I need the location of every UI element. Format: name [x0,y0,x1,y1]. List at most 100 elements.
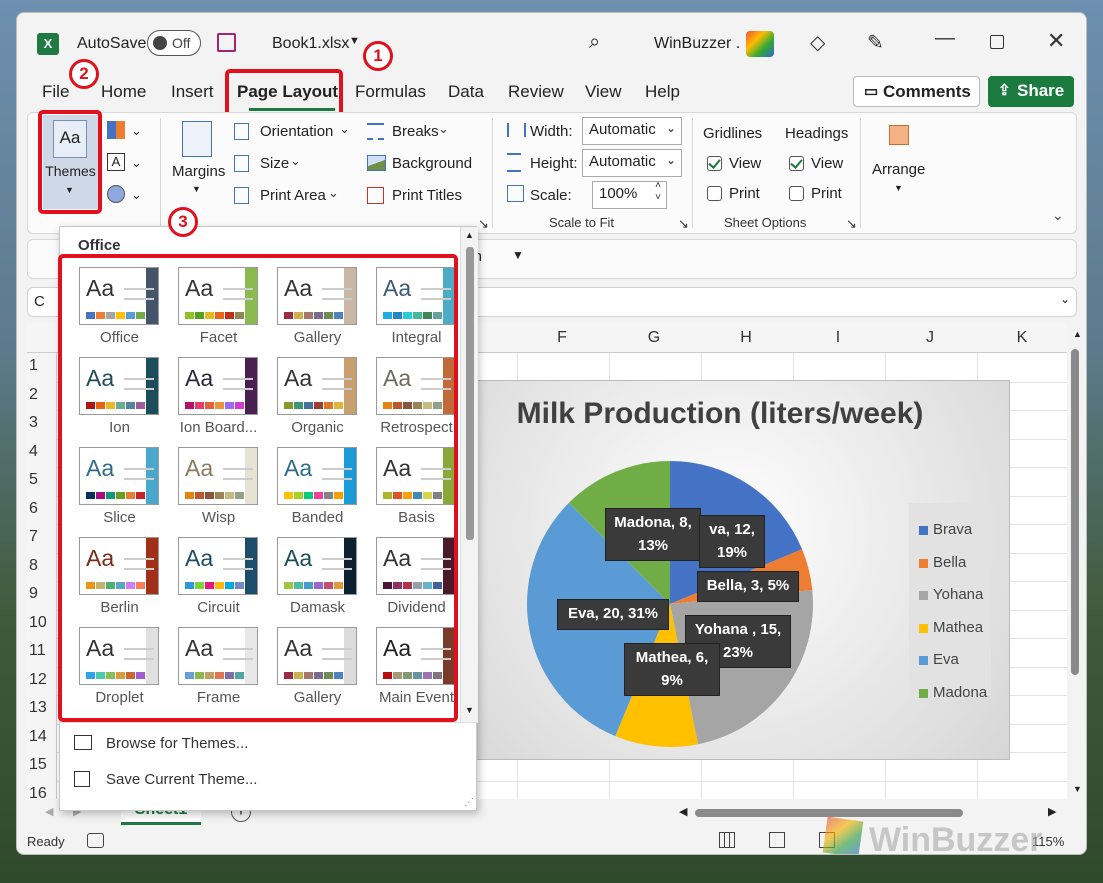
collapse-ribbon-icon[interactable]: ⌄ [1052,207,1064,224]
fonts-icon[interactable]: A [107,153,125,171]
hscroll-right-icon[interactable]: ▶ [1048,805,1056,818]
tab-formulas[interactable]: Formulas [355,82,426,102]
row-header[interactable]: 15 [29,756,47,774]
background-label[interactable]: Background [392,155,472,172]
orientation-label[interactable]: Orientation [260,123,333,140]
breaks-chevron-icon[interactable]: ⌄ [438,121,449,137]
row-header[interactable]: 8 [29,557,38,575]
filename-chevron-icon[interactable]: ▼ [349,35,360,47]
print-area-chevron-icon[interactable]: ⌄ [328,185,339,201]
comments-button[interactable]: ▭ Comments [853,76,980,107]
margins-chevron-icon[interactable]: ▼ [192,184,201,194]
print-area-label[interactable]: Print Area [260,187,326,204]
save-icon[interactable] [217,33,236,52]
size-chevron-icon[interactable]: ⌄ [290,153,301,169]
tab-review[interactable]: Review [508,82,564,102]
row-header[interactable]: 9 [29,585,38,603]
print-area-icon[interactable] [234,187,249,204]
arrange-label[interactable]: Arrange [872,161,925,178]
row-header[interactable]: 13 [29,699,47,717]
save-theme-item[interactable]: Save Current Theme... [74,769,454,793]
row-header[interactable]: 4 [29,443,38,461]
browse-themes-item[interactable]: Browse for Themes... [74,733,454,757]
arrange-icon[interactable] [889,125,909,145]
col-header-f[interactable]: F [552,329,572,347]
row-header[interactable]: 5 [29,471,38,489]
col-header-i[interactable]: I [828,329,848,347]
col-header-g[interactable]: G [644,329,664,347]
row-header[interactable]: 10 [29,614,47,632]
arrange-chevron-icon[interactable]: ▼ [894,183,903,193]
scroll-thumb[interactable] [1071,349,1079,675]
sheet-prev-icon[interactable]: ◀ [45,805,53,818]
file-name[interactable]: Book1.xlsx [272,35,349,53]
scale-up-icon[interactable]: ˄ [655,180,661,191]
themes-button[interactable]: Aa Themes ▼ [43,115,98,209]
minimize-icon[interactable]: — [935,27,955,50]
tab-view[interactable]: View [585,82,622,102]
diamond-icon[interactable]: ◇ [810,30,825,55]
normal-view-icon[interactable] [719,832,735,848]
search-icon[interactable]: ⌕ [589,31,600,54]
info-bar-chevron-icon[interactable]: ▼ [512,248,524,262]
pen-icon[interactable]: ✎ [867,30,884,55]
row-header[interactable]: 14 [29,728,47,746]
tab-help[interactable]: Help [645,82,680,102]
page-layout-view-icon[interactable] [769,832,785,848]
row-header[interactable]: 6 [29,500,38,518]
row-header[interactable]: 7 [29,528,38,546]
hscroll-thumb[interactable] [695,809,963,817]
scale-spinner[interactable]: 100% ˄ ˅ [592,180,667,209]
row-header[interactable]: 2 [29,386,38,404]
col-header-j[interactable]: J [920,329,940,347]
breaks-label[interactable]: Breaks [392,123,439,140]
effects-chevron-icon[interactable]: ⌄ [131,187,142,203]
scale-down-icon[interactable]: ˅ [655,192,661,203]
scroll-down-icon[interactable]: ▼ [1073,784,1082,794]
gridlines-print-checkbox[interactable] [707,186,722,201]
hscroll-left-icon[interactable]: ◀ [679,805,687,818]
effects-icon[interactable] [107,185,125,203]
close-icon[interactable]: ✕ [1047,28,1065,54]
avatar[interactable] [746,31,774,57]
orientation-icon[interactable] [234,123,249,140]
formula-expand-icon[interactable]: ⌄ [1060,292,1070,306]
resize-grip-icon[interactable]: ⋰ [464,797,474,808]
autosave-toggle[interactable]: Off [147,30,201,56]
tab-insert[interactable]: Insert [171,82,214,102]
print-titles-label[interactable]: Print Titles [392,187,462,204]
maximize-icon[interactable] [990,35,1004,49]
gridlines-view-checkbox[interactable] [707,156,722,171]
themes-scroll-down-icon[interactable]: ▼ [465,705,474,715]
fonts-chevron-icon[interactable]: ⌄ [131,155,142,171]
vertical-scrollbar[interactable]: ▲ ▼ [1067,329,1085,799]
account-name[interactable]: WinBuzzer . [654,35,740,53]
row-header[interactable]: 3 [29,414,38,432]
colors-icon[interactable] [107,121,125,139]
row-header[interactable]: 12 [29,671,47,689]
scroll-up-icon[interactable]: ▲ [1073,329,1082,339]
themes-scroll-up-icon[interactable]: ▲ [465,230,474,240]
accessibility-icon[interactable] [87,833,104,848]
size-label[interactable]: Size [260,155,289,172]
name-box[interactable]: C [34,293,45,310]
themes-scroll-thumb[interactable] [466,247,474,540]
tab-file[interactable]: File [42,82,69,102]
sheet-options-launcher-icon[interactable]: ↘ [846,216,857,232]
headings-view-checkbox[interactable] [789,156,804,171]
margins-label[interactable]: Margins [172,163,225,180]
breaks-icon[interactable] [367,123,384,140]
width-select[interactable]: Automatic ⌄ [582,117,682,145]
col-header-k[interactable]: K [1012,329,1032,347]
tab-data[interactable]: Data [448,82,484,102]
colors-chevron-icon[interactable]: ⌄ [131,123,142,139]
page-setup-launcher-icon[interactable]: ↘ [478,216,489,232]
size-icon[interactable] [234,155,249,172]
row-header[interactable]: 1 [29,357,38,375]
headings-print-checkbox[interactable] [789,186,804,201]
margins-icon[interactable] [182,121,212,157]
themes-scrollbar[interactable]: ▲ ▼ [460,227,478,722]
scale-launcher-icon[interactable]: ↘ [678,216,689,232]
height-select[interactable]: Automatic ⌄ [582,149,682,177]
share-button[interactable]: ⇪ Share [988,76,1074,107]
